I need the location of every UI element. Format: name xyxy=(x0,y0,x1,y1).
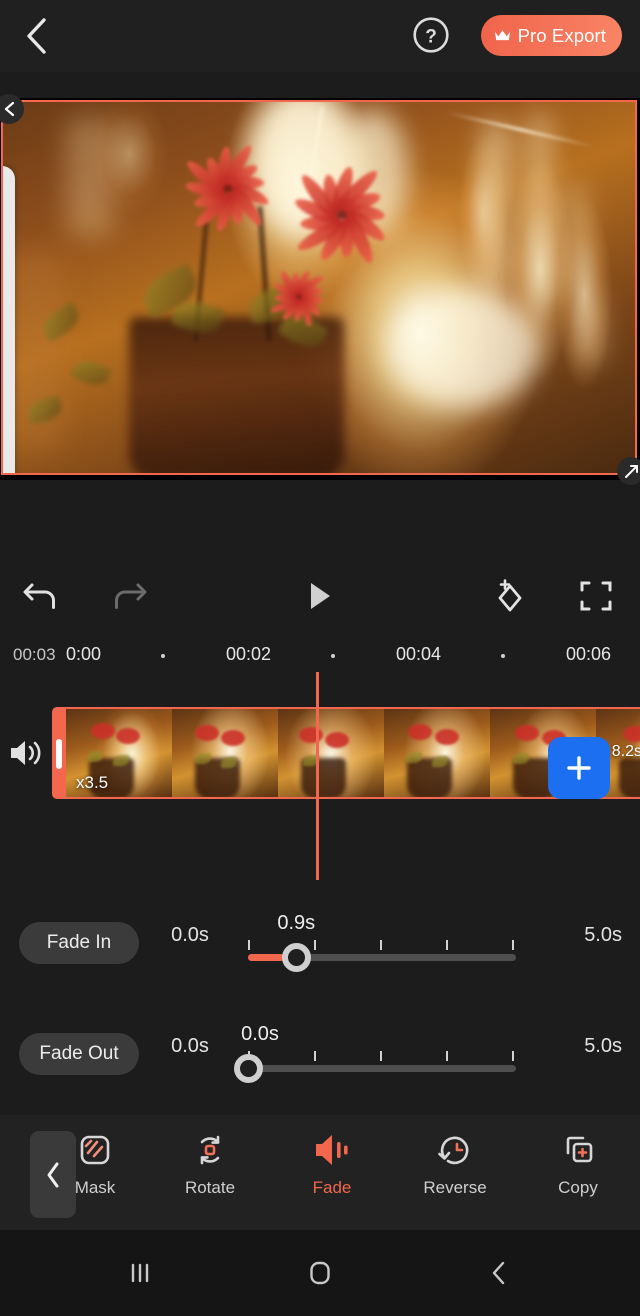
rotate-icon xyxy=(200,1135,220,1165)
tool-label: Mask xyxy=(74,1178,116,1197)
nav-back-button[interactable] xyxy=(466,1248,530,1298)
chevron-left-icon xyxy=(27,18,46,54)
fullscreen-icon xyxy=(580,581,612,611)
pro-export-button[interactable]: Pro Export xyxy=(480,15,622,56)
help-circle-icon: ? xyxy=(413,17,449,53)
add-keyframe-icon xyxy=(498,579,522,612)
nav-home-button[interactable] xyxy=(288,1248,352,1298)
fade-in-button[interactable]: Fade In xyxy=(19,922,139,964)
clip-thumbnail xyxy=(384,709,490,797)
bokeh-highlight xyxy=(527,113,550,304)
play-button[interactable] xyxy=(292,568,348,624)
nav-recents-button[interactable] xyxy=(108,1248,172,1298)
playhead[interactable] xyxy=(316,672,319,880)
fade-in-max-label: 5.0s xyxy=(584,924,622,946)
fade-in-min-label: 0.0s xyxy=(171,924,209,946)
slider-thumb[interactable] xyxy=(282,943,312,972)
flower-petal xyxy=(298,287,323,298)
slider-fill xyxy=(248,954,285,961)
undo-icon xyxy=(23,583,55,609)
playback-toolbar xyxy=(0,480,640,612)
fade-out-slider[interactable]: 0.0s xyxy=(234,1023,516,1087)
chevron-left-icon xyxy=(47,1162,59,1187)
fade-in-row: Fade In 0.0s 0.9s 5.0s xyxy=(0,896,640,1000)
clip-trim-handle-left[interactable] xyxy=(56,739,62,769)
video-editor-screen: ? Pro Export 00:03 0:00 00:02 00:04 00:0… xyxy=(0,0,640,1316)
tool-toolbar: Mask Rotate Fade Reverse Copy xyxy=(0,1115,640,1230)
bokeh-highlight xyxy=(578,294,603,365)
side-panel-handle[interactable] xyxy=(3,166,15,473)
tool-label: Reverse xyxy=(423,1178,487,1197)
chevron-left-icon xyxy=(4,101,15,117)
flower-bloom xyxy=(268,265,330,328)
fade-out-row: Fade Out 0.0s 0.0s 5.0s xyxy=(0,1007,640,1111)
time-ruler[interactable]: 00:03 0:00 00:02 00:04 00:06 xyxy=(0,644,640,677)
ruler-tick-dot xyxy=(501,654,505,658)
clip-volume-button[interactable] xyxy=(3,731,49,775)
redo-button[interactable] xyxy=(101,568,157,624)
ruler-tick-dot xyxy=(331,654,335,658)
tool-label: Rotate xyxy=(184,1178,236,1197)
video-frame[interactable] xyxy=(1,100,637,475)
tool-label: Copy xyxy=(558,1178,598,1197)
flower-bloom xyxy=(287,158,397,266)
bokeh-highlight xyxy=(388,287,539,408)
undo-button[interactable] xyxy=(13,568,69,624)
resize-arrow-icon xyxy=(624,464,638,478)
home-icon xyxy=(310,1261,330,1285)
back-icon xyxy=(492,1261,505,1285)
clip-duration-badge: 8.2s xyxy=(611,743,640,760)
fade-out-max-label: 5.0s xyxy=(584,1035,622,1057)
clip-thumbnail xyxy=(172,709,278,797)
ruler-tick-label: 00:06 xyxy=(566,644,612,664)
speaker-icon xyxy=(11,741,41,765)
ruler-tick-label: 00:02 xyxy=(226,644,272,664)
fade-out-value-label: 0.0s xyxy=(241,1023,279,1045)
add-keyframe-button[interactable] xyxy=(481,568,537,624)
bokeh-highlight xyxy=(483,120,510,291)
android-nav-bar xyxy=(0,1230,640,1316)
svg-text:?: ? xyxy=(425,27,437,48)
flower-bloom xyxy=(180,139,276,234)
fade-out-button[interactable]: Fade Out xyxy=(19,1033,139,1075)
reverse-icon xyxy=(438,1136,469,1165)
slider-thumb[interactable] xyxy=(234,1054,263,1083)
tool-reverse[interactable]: Reverse xyxy=(400,1131,510,1219)
ruler-tick-dot xyxy=(161,654,165,658)
tool-label: Fade xyxy=(312,1178,352,1197)
redo-icon xyxy=(115,583,147,609)
current-time-label: 00:03 xyxy=(13,645,56,664)
clip-speed-badge: x3.5 xyxy=(76,773,109,792)
slider-track xyxy=(248,1065,516,1072)
crown-icon xyxy=(494,30,510,41)
pro-export-label: Pro Export xyxy=(517,24,606,46)
collapse-toolbar-button[interactable] xyxy=(30,1131,76,1218)
play-icon xyxy=(311,583,330,609)
bokeh-highlight xyxy=(66,116,115,237)
fade-in-value-label: 0.9s xyxy=(277,912,316,934)
tool-fade[interactable]: Fade xyxy=(277,1131,387,1219)
help-button[interactable]: ? xyxy=(408,12,454,58)
plus-icon xyxy=(567,756,591,780)
ruler-tick-label: 0:00 xyxy=(66,644,102,664)
video-preview-area[interactable] xyxy=(0,94,640,485)
fade-out-min-label: 0.0s xyxy=(171,1035,209,1057)
copy-icon xyxy=(566,1136,593,1163)
back-button[interactable] xyxy=(12,12,60,60)
recents-icon xyxy=(131,1263,149,1283)
tool-rotate[interactable]: Rotate xyxy=(155,1131,265,1219)
clip-thumbnail xyxy=(278,709,384,797)
timeline[interactable]: x3.5 8.2s xyxy=(0,677,640,877)
add-clip-button[interactable] xyxy=(548,737,610,799)
slider-ticks xyxy=(248,1051,516,1061)
tool-copy[interactable]: Copy xyxy=(523,1131,633,1219)
mask-icon xyxy=(80,1135,110,1165)
ruler-tick-label: 00:04 xyxy=(396,644,442,664)
fade-volume-icon xyxy=(316,1135,348,1165)
top-bar: ? Pro Export xyxy=(0,0,640,72)
fullscreen-button[interactable] xyxy=(568,568,624,624)
fade-in-slider[interactable]: 0.9s xyxy=(248,912,516,976)
bokeh-highlight xyxy=(565,183,586,294)
